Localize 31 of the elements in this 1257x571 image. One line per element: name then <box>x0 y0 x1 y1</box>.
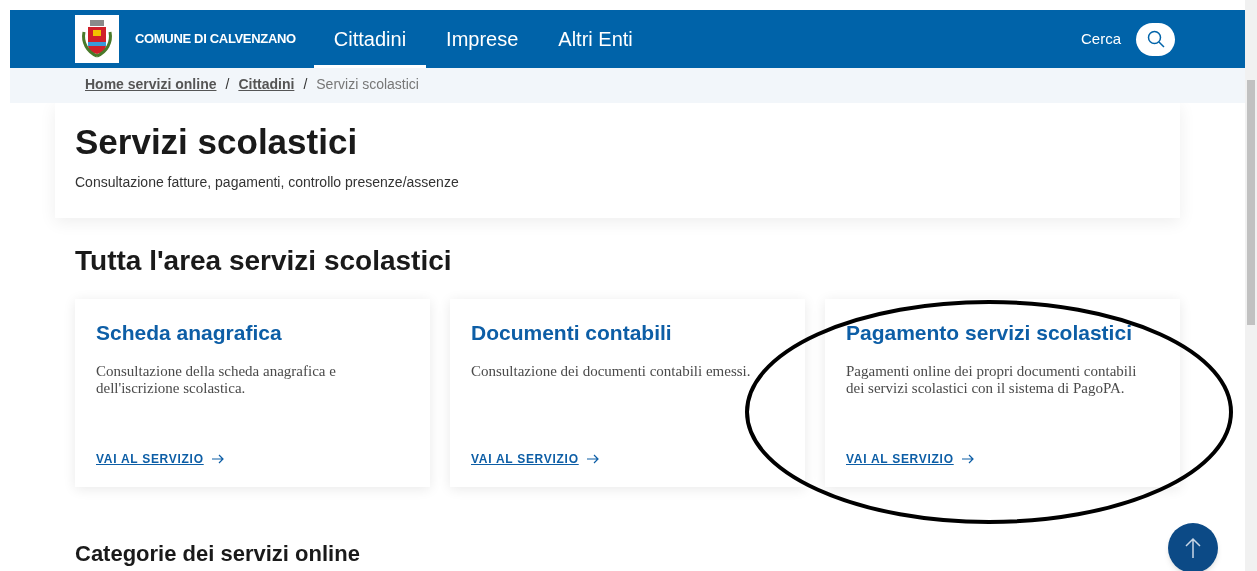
back-to-top-button[interactable] <box>1168 523 1218 571</box>
service-link[interactable]: VAI AL SERVIZIO <box>846 450 1164 468</box>
nav-tab[interactable]: Altri Enti <box>538 10 653 68</box>
service-link[interactable]: VAI AL SERVIZIO <box>471 450 789 468</box>
site-name[interactable]: COMUNE DI CALVENZANO <box>135 29 296 49</box>
breadcrumb-link[interactable]: Home servizi online <box>85 74 217 95</box>
card-title[interactable]: Scheda anagrafica <box>96 319 414 347</box>
card-description: Consultazione dei documenti contabili emessi. <box>471 363 752 380</box>
page-subtitle: Consultazione fatture, pagamenti, controllo presenze/assenze <box>75 173 460 192</box>
arrow-right-icon <box>586 454 599 464</box>
breadcrumb-current: Servizi scolastici <box>316 75 419 94</box>
search-icon <box>1146 30 1165 48</box>
nav-tab[interactable]: Imprese <box>426 10 539 68</box>
breadcrumb-separator: / <box>225 75 230 94</box>
card-description: Consultazione della scheda anagrafica e dell'iscrizione scolastica. <box>96 363 337 397</box>
arrow-right-icon <box>211 454 224 464</box>
card-title[interactable]: Documenti contabili <box>471 319 789 347</box>
arrow-up-icon <box>1185 537 1201 559</box>
card-description: Pagamenti online dei propri documenti contabili dei servizi scolastici con il sistema di PagoPA. <box>846 363 1138 397</box>
service-link[interactable]: VAI AL SERVIZIO <box>96 450 414 468</box>
arrow-right-icon <box>961 454 974 464</box>
scrollbar[interactable] <box>1245 0 1257 571</box>
search-label[interactable]: Cerca <box>1081 27 1121 51</box>
breadcrumb-link[interactable]: Cittadini <box>238 74 295 95</box>
page-title: Servizi scolastici <box>75 121 359 163</box>
section-title: Tutta l'area servizi scolastici <box>75 244 453 278</box>
card-title[interactable]: Pagamento servizi scolastici <box>846 319 1164 347</box>
search-button[interactable] <box>1136 22 1175 56</box>
section-title: Categorie dei servizi online <box>75 540 360 568</box>
breadcrumb-separator: / <box>303 75 308 94</box>
coat-of-arms-logo[interactable] <box>75 15 119 63</box>
